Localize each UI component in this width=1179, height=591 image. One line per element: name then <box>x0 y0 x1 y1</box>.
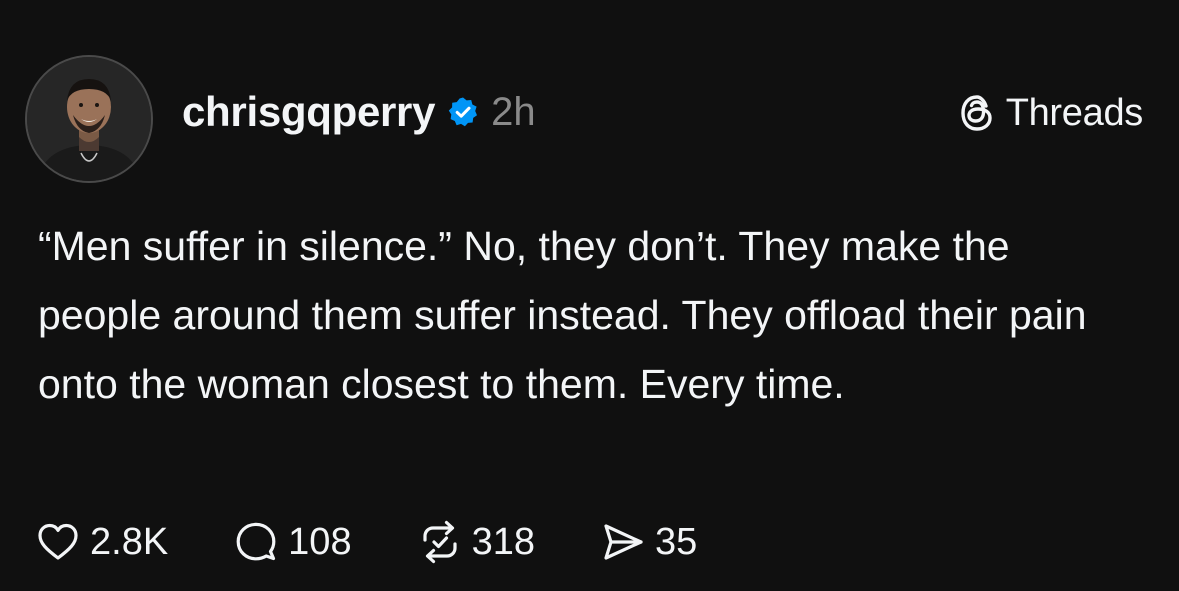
post-text: “Men suffer in silence.” No, they don’t.… <box>38 223 1098 407</box>
verified-badge-icon <box>447 96 479 128</box>
avatar[interactable] <box>25 55 153 183</box>
like-count: 2.8K <box>90 520 169 563</box>
comment-button[interactable]: 108 <box>234 520 352 564</box>
post-header: chrisgqperry 2h <box>182 82 536 142</box>
threads-brand: Threads <box>956 86 1143 140</box>
comment-icon <box>234 520 278 564</box>
like-button[interactable]: 2.8K <box>36 520 168 564</box>
heart-icon <box>36 520 80 564</box>
post-timestamp: 2h <box>491 89 536 134</box>
comment-count: 108 <box>288 520 352 563</box>
share-count: 35 <box>654 520 698 563</box>
share-icon <box>601 520 645 564</box>
threads-logo-icon <box>956 92 998 134</box>
repost-button[interactable]: 318 <box>418 520 535 564</box>
threads-label: Threads <box>1005 91 1144 134</box>
post-actions: 2.8K 108 318 35 <box>36 514 763 570</box>
share-button[interactable]: 35 <box>601 520 697 564</box>
repost-icon <box>418 520 462 564</box>
threads-post: chrisgqperry 2h Threads “Men suffer in s… <box>0 0 1179 591</box>
repost-count: 318 <box>471 520 535 563</box>
username[interactable]: chrisgqperry <box>182 88 435 136</box>
